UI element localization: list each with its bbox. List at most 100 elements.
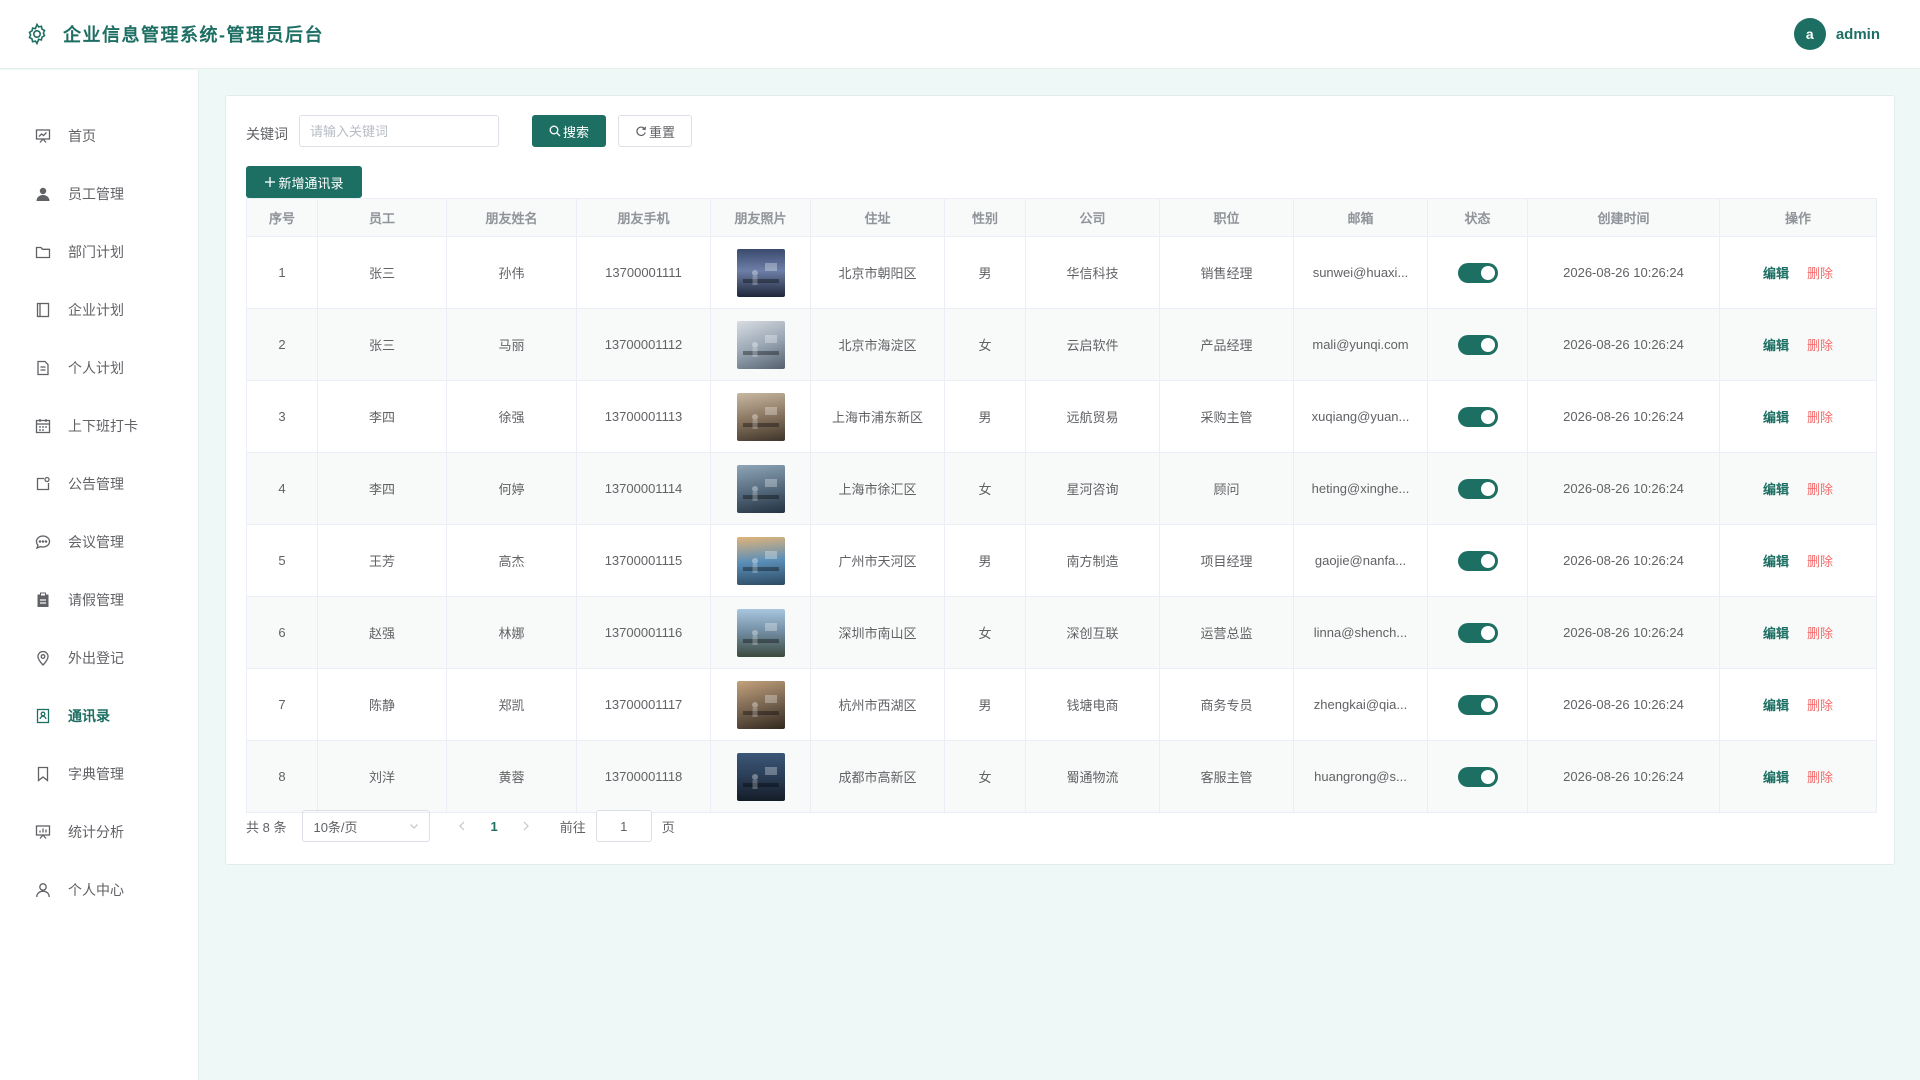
office-night-window-photo[interactable] bbox=[736, 248, 785, 297]
sidebar-item-2[interactable]: 员工管理 bbox=[0, 174, 199, 214]
office-meeting-photo[interactable] bbox=[736, 392, 785, 441]
total-count: 共 8 条 bbox=[246, 819, 287, 835]
sidebar-item-10[interactable]: 外出登记 bbox=[0, 638, 199, 678]
control-room-photo[interactable] bbox=[736, 752, 785, 801]
toggle-knob bbox=[1480, 625, 1495, 640]
team-table-photo[interactable] bbox=[736, 680, 785, 729]
edit-button[interactable]: 编辑 bbox=[1763, 698, 1789, 713]
delete-button[interactable]: 删除 bbox=[1807, 554, 1833, 569]
table-row: 2 张三 马丽 13700001112 北京市海淀区女云启软件 产品经理 mali@yunq… bbox=[246, 308, 1877, 381]
cell-employee: 张三 bbox=[317, 236, 447, 309]
user-menu[interactable]: a admin bbox=[1793, 18, 1880, 50]
cell-friend-name: 何婷 bbox=[446, 452, 577, 525]
sidebar-item-3[interactable]: 部门计划 bbox=[0, 232, 199, 272]
goto-label: 前往 bbox=[559, 819, 586, 835]
folder-icon bbox=[34, 243, 52, 261]
toggle-knob bbox=[1480, 553, 1495, 568]
cell-address: 上海市徐汇区 bbox=[810, 452, 945, 525]
sidebar-item-label: 会议管理 bbox=[68, 534, 124, 550]
calendar-icon bbox=[34, 417, 52, 435]
delete-button[interactable]: 删除 bbox=[1807, 338, 1833, 353]
search-button[interactable]: 搜索 bbox=[532, 115, 606, 147]
delete-button[interactable]: 删除 bbox=[1807, 482, 1833, 497]
page-size-select[interactable]: 10条/页 bbox=[302, 810, 431, 842]
page-number-current[interactable]: 1 bbox=[490, 819, 497, 834]
office-standing-photo[interactable] bbox=[736, 464, 785, 513]
operations-cell: 编辑 删除 bbox=[1719, 236, 1877, 309]
delete-button[interactable]: 删除 bbox=[1807, 770, 1833, 785]
status-toggle[interactable] bbox=[1457, 478, 1498, 499]
cell-friend-name: 郑凯 bbox=[446, 668, 577, 741]
status-toggle[interactable] bbox=[1457, 406, 1498, 427]
cell-gender: 女 bbox=[944, 452, 1026, 525]
sidebar-item-9[interactable]: 请假管理 bbox=[0, 580, 199, 620]
cell-gender: 女 bbox=[944, 308, 1026, 381]
sidebar-item-1[interactable]: 首页 bbox=[0, 116, 199, 156]
status-toggle[interactable] bbox=[1457, 766, 1498, 787]
username[interactable]: admin bbox=[1836, 26, 1880, 43]
column-header: 邮箱 bbox=[1293, 198, 1428, 237]
sidebar-item-label: 个人中心 bbox=[68, 882, 124, 898]
delete-button[interactable]: 删除 bbox=[1807, 698, 1833, 713]
search-icon bbox=[549, 125, 561, 137]
photo-cell bbox=[710, 668, 811, 741]
sidebar-item-13[interactable]: 统计分析 bbox=[0, 812, 199, 852]
bookmark-icon bbox=[34, 765, 52, 783]
add-contact-button[interactable]: 新增通讯录 bbox=[246, 166, 362, 198]
cell-friend-name: 高杰 bbox=[446, 524, 577, 597]
sidebar-item-11[interactable]: 通讯录 bbox=[0, 696, 199, 736]
document-icon bbox=[34, 359, 52, 377]
status-toggle[interactable] bbox=[1457, 622, 1498, 643]
edit-button[interactable]: 编辑 bbox=[1763, 554, 1789, 569]
street-building-photo[interactable] bbox=[736, 608, 785, 657]
delete-button[interactable]: 删除 bbox=[1807, 266, 1833, 281]
status-toggle[interactable] bbox=[1457, 550, 1498, 571]
sidebar-item-6[interactable]: 上下班打卡 bbox=[0, 406, 199, 446]
next-page-icon[interactable] bbox=[522, 819, 530, 834]
prev-page-icon[interactable] bbox=[458, 819, 466, 834]
sidebar-item-label: 个人计划 bbox=[68, 360, 124, 376]
workshop-photo[interactable] bbox=[736, 536, 785, 585]
sidebar-item-12[interactable]: 字典管理 bbox=[0, 754, 199, 794]
goto-page-input[interactable] bbox=[595, 810, 652, 842]
cell-friend-name: 孙伟 bbox=[446, 236, 577, 309]
column-header: 创建时间 bbox=[1527, 198, 1720, 237]
photo-cell bbox=[710, 740, 811, 813]
sidebar-item-5[interactable]: 个人计划 bbox=[0, 348, 199, 388]
edit-button[interactable]: 编辑 bbox=[1763, 482, 1789, 497]
sidebar-item-14[interactable]: 个人中心 bbox=[0, 870, 199, 910]
edit-button[interactable]: 编辑 bbox=[1763, 770, 1789, 785]
edit-button[interactable]: 编辑 bbox=[1763, 626, 1789, 641]
search-button-label: 搜索 bbox=[562, 124, 589, 140]
photo-cell bbox=[710, 380, 811, 453]
toggle-knob bbox=[1480, 769, 1495, 784]
toggle-knob bbox=[1480, 481, 1495, 496]
avatar[interactable]: a bbox=[1793, 18, 1826, 50]
cell-employee: 赵强 bbox=[317, 596, 447, 669]
cell-gender: 男 bbox=[944, 380, 1026, 453]
delete-button[interactable]: 删除 bbox=[1807, 410, 1833, 425]
status-toggle[interactable] bbox=[1457, 694, 1498, 715]
delete-button[interactable]: 删除 bbox=[1807, 626, 1833, 641]
cell-company: 云启软件 bbox=[1025, 308, 1160, 381]
status-toggle[interactable] bbox=[1457, 262, 1498, 283]
sidebar-item-7[interactable]: 公告管理 bbox=[0, 464, 199, 504]
edit-button[interactable]: 编辑 bbox=[1763, 266, 1789, 281]
edit-button[interactable]: 编辑 bbox=[1763, 410, 1789, 425]
keyword-input[interactable] bbox=[299, 115, 499, 147]
page-suffix: 页 bbox=[661, 819, 675, 835]
photo-cell bbox=[710, 452, 811, 525]
sidebar-item-label: 上下班打卡 bbox=[68, 418, 138, 434]
office-desk-photo[interactable] bbox=[736, 320, 785, 369]
cell-address: 北京市海淀区 bbox=[810, 308, 945, 381]
table-header-row: 序号 员工 朋友姓名 朋友手机 朋友照片 住址 性别 公司 职位 邮箱 状态 创建时间 操作 bbox=[246, 198, 1877, 237]
edit-button[interactable]: 编辑 bbox=[1763, 338, 1789, 353]
sidebar-item-8[interactable]: 会议管理 bbox=[0, 522, 199, 562]
toggle-knob bbox=[1480, 337, 1495, 352]
reset-button[interactable]: 重置 bbox=[618, 115, 692, 147]
cell-position: 商务专员 bbox=[1159, 668, 1294, 741]
status-toggle[interactable] bbox=[1457, 334, 1498, 355]
sidebar-item-4[interactable]: 企业计划 bbox=[0, 290, 199, 330]
cell-email: mali@yunqi.com bbox=[1293, 308, 1428, 381]
keyword-label: 关键词 bbox=[246, 126, 288, 142]
